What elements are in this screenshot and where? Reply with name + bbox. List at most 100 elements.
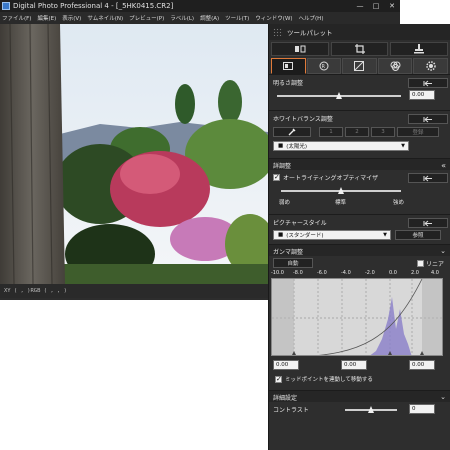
- gamma-scale-label: -2.0: [365, 270, 375, 276]
- tool-row: [269, 40, 450, 58]
- menu-edit[interactable]: 編集(E): [37, 14, 56, 22]
- nr-icon: R: [319, 61, 329, 71]
- maximize-button[interactable]: □: [368, 0, 384, 12]
- browse-button[interactable]: 参照: [395, 230, 441, 240]
- chevron-down-icon[interactable]: ⌄: [440, 393, 446, 401]
- wb-register-button[interactable]: 登録: [397, 127, 439, 137]
- undo-icon: [423, 80, 432, 86]
- white-balance-section: ホワイトバランス調整 1 2 3 登録 ■ (太陽光) ▼: [269, 110, 450, 158]
- undo-icon: [423, 175, 432, 181]
- detail-section-header[interactable]: 詳細設定 ⌄: [269, 390, 450, 402]
- wb-preset-3-button[interactable]: 3: [371, 127, 395, 137]
- menu-view[interactable]: 表示(V): [62, 14, 81, 22]
- chevron-down-icon: ▼: [383, 232, 387, 238]
- palette-header[interactable]: ツールパレット: [269, 24, 450, 40]
- gamma-scale-label: -8.0: [293, 270, 303, 276]
- white-balance-label: ホワイトバランス調整: [273, 115, 333, 123]
- contrast-value[interactable]: 0: [409, 404, 435, 414]
- tab-nr[interactable]: R: [306, 58, 342, 74]
- preview-photo: [0, 24, 268, 284]
- basic-adjust-icon: [283, 62, 294, 70]
- wb-preset-1-button[interactable]: 1: [319, 127, 343, 137]
- link-midpoint-label: ミッドポイントを連動して移動する: [285, 377, 373, 383]
- gamma-scale-label: 0.0: [389, 270, 397, 276]
- stamp-icon: [414, 44, 425, 54]
- gamma-curve-graph[interactable]: [271, 278, 443, 356]
- undo-icon: [423, 116, 432, 122]
- picture-style-section: ピクチャースタイル ■ (スタンダード) ▼ 参照: [269, 214, 450, 244]
- tab-color[interactable]: [377, 58, 413, 74]
- gamma-high-value[interactable]: 0.00: [409, 360, 435, 370]
- collapse-icon[interactable]: «: [441, 161, 446, 170]
- white-balance-dropdown[interactable]: ■ (太陽光) ▼: [273, 141, 409, 151]
- menu-help[interactable]: ヘルプ(H): [299, 14, 324, 22]
- crop-button[interactable]: [330, 42, 389, 56]
- brightness-value[interactable]: 0.00: [409, 90, 435, 100]
- gamma-low-value[interactable]: 0.00: [273, 360, 299, 370]
- minimize-button[interactable]: —: [352, 0, 368, 12]
- compare-button[interactable]: [271, 42, 329, 56]
- menu-adjust[interactable]: 調整(A): [200, 14, 219, 22]
- gamma-section-header[interactable]: ガンマ調整 ⌄: [269, 244, 450, 256]
- contrast-label: コントラスト: [273, 406, 309, 414]
- gamma-scale-label: -4.0: [341, 270, 351, 276]
- close-button[interactable]: ✕: [384, 0, 400, 12]
- alo-section: オートライティングオプティマイザ 弱め 標準 強め: [269, 170, 450, 214]
- advanced-section-header[interactable]: 詳調整 «: [269, 158, 450, 170]
- white-balance-value: (太陽光): [286, 144, 307, 150]
- status-text: XY ( , )RGB ( , , ): [4, 288, 67, 294]
- gamma-mid-value[interactable]: 0.00: [341, 360, 367, 370]
- gamma-scale-label: -10.0: [271, 270, 284, 276]
- gamma-scale-label: -6.0: [317, 270, 327, 276]
- gamma-label: ガンマ調整: [273, 248, 304, 256]
- title-bar: Digital Photo Professional 4 - [_5HK0415…: [0, 0, 400, 12]
- menu-thumbnail[interactable]: サムネイル(N): [87, 14, 123, 22]
- wb-preset-2-button[interactable]: 2: [345, 127, 369, 137]
- gamma-section: 自動 リニア -10.0 -8.0 -6.0 -4.0 -2.0 0.0 2.0…: [269, 256, 450, 390]
- image-preview-area[interactable]: [0, 24, 268, 284]
- gamma-scale-label: 2.0: [411, 270, 419, 276]
- tool-palette: ツールパレット R 明るさ調整 0.00 ホワイトバランス調整 1 2 3 登録…: [268, 24, 450, 450]
- linear-checkbox[interactable]: [416, 260, 424, 267]
- picture-style-reset-button[interactable]: [408, 218, 448, 228]
- window-controls: — □ ✕: [352, 0, 400, 12]
- grip-icon[interactable]: [273, 28, 283, 36]
- menu-window[interactable]: ウィンドウ(W): [255, 14, 292, 22]
- alo-tick-low: 弱め: [279, 200, 291, 206]
- advanced-label: 詳調整: [273, 162, 292, 170]
- contrast-section: コントラスト 0: [269, 402, 450, 418]
- stamp-button[interactable]: [390, 42, 449, 56]
- picture-style-value: (スタンダード): [286, 233, 324, 239]
- palette-tabs: R: [269, 58, 450, 74]
- camera-icon: ■: [278, 232, 284, 238]
- svg-text:R: R: [321, 64, 325, 70]
- alo-reset-button[interactable]: [408, 173, 448, 183]
- tab-settings[interactable]: [413, 58, 448, 74]
- picture-style-label: ピクチャースタイル: [273, 219, 327, 227]
- tab-basic-adjust[interactable]: [271, 58, 306, 74]
- gamma-scale: -10.0 -8.0 -6.0 -4.0 -2.0 0.0 2.0 4.0: [271, 270, 443, 278]
- picture-style-dropdown[interactable]: ■ (スタンダード) ▼: [273, 230, 391, 240]
- white-balance-reset-button[interactable]: [408, 114, 448, 124]
- gamma-histogram: [272, 279, 442, 355]
- brightness-reset-button[interactable]: [408, 78, 448, 88]
- chevron-down-icon[interactable]: ⌄: [440, 247, 446, 255]
- alo-checkbox[interactable]: [273, 173, 280, 181]
- alo-label: オートライティングオプティマイザ: [283, 174, 379, 182]
- camera-icon: ■: [278, 143, 284, 149]
- link-midpoint-checkbox[interactable]: [275, 375, 282, 383]
- color-icon: [390, 61, 401, 71]
- tab-trim[interactable]: [342, 58, 377, 74]
- settings-icon: [425, 61, 436, 71]
- menu-preview[interactable]: プレビュー(P): [129, 14, 164, 22]
- status-bar: XY ( , )RGB ( , , ): [0, 284, 268, 298]
- chevron-down-icon: ▼: [401, 143, 405, 149]
- menu-tools[interactable]: ツール(T): [225, 14, 249, 22]
- gamma-auto-button[interactable]: 自動: [273, 258, 313, 268]
- trim-icon: [354, 61, 365, 71]
- menu-file[interactable]: ファイル(F): [2, 14, 31, 22]
- menu-label[interactable]: ラベル(L): [170, 14, 194, 22]
- app-icon: [2, 2, 10, 10]
- eyedropper-button[interactable]: [273, 127, 311, 137]
- linear-label: リニア: [425, 261, 444, 268]
